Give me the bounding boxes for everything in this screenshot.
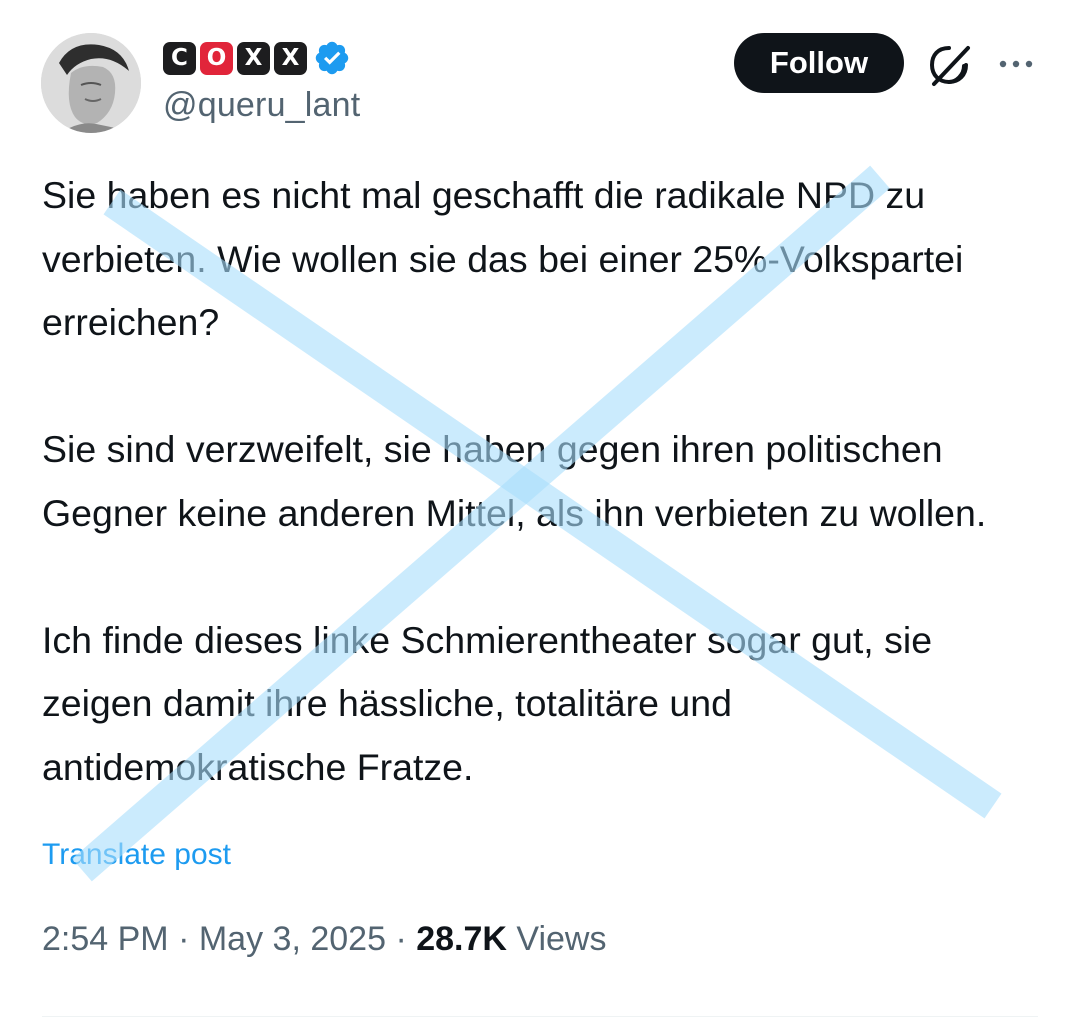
views-count: 28.7K <box>416 920 507 958</box>
views-label: Views <box>516 920 607 958</box>
tweet-date[interactable]: May 3, 2025 <box>199 920 386 958</box>
name-tile: X <box>274 41 307 75</box>
name-tile: X <box>237 41 270 75</box>
tweet-time[interactable]: 2:54 PM <box>42 920 169 958</box>
name-tile: O <box>200 41 233 75</box>
translate-post-link[interactable]: Translate post <box>42 838 231 872</box>
divider <box>42 1016 1038 1017</box>
tweet-paragraph: Ich finde dieses linke Schmierentheater … <box>42 618 933 788</box>
tweet-meta: 2:54 PM · May 3, 2025 · 28.7K Views <box>42 920 607 959</box>
tweet-paragraph: Sie haben es nicht mal geschafft die rad… <box>42 174 964 343</box>
more-horizontal-icon[interactable] <box>996 44 1036 84</box>
follow-button[interactable]: Follow <box>734 33 904 93</box>
meta-separator: · <box>395 920 407 958</box>
meta-separator: · <box>178 920 190 958</box>
verified-badge-icon <box>315 41 349 75</box>
grok-icon[interactable] <box>926 42 972 88</box>
avatar[interactable] <box>41 33 141 133</box>
user-handle[interactable]: @queru_lant <box>163 86 360 125</box>
name-tile: C <box>163 41 196 75</box>
tweet-paragraph: Sie sind verzweifelt, sie haben gegen ih… <box>42 428 987 534</box>
tweet-text: Sie haben es nicht mal geschafft die rad… <box>42 164 1042 799</box>
display-name[interactable]: C O X X <box>163 38 351 78</box>
avatar-image <box>41 33 141 133</box>
